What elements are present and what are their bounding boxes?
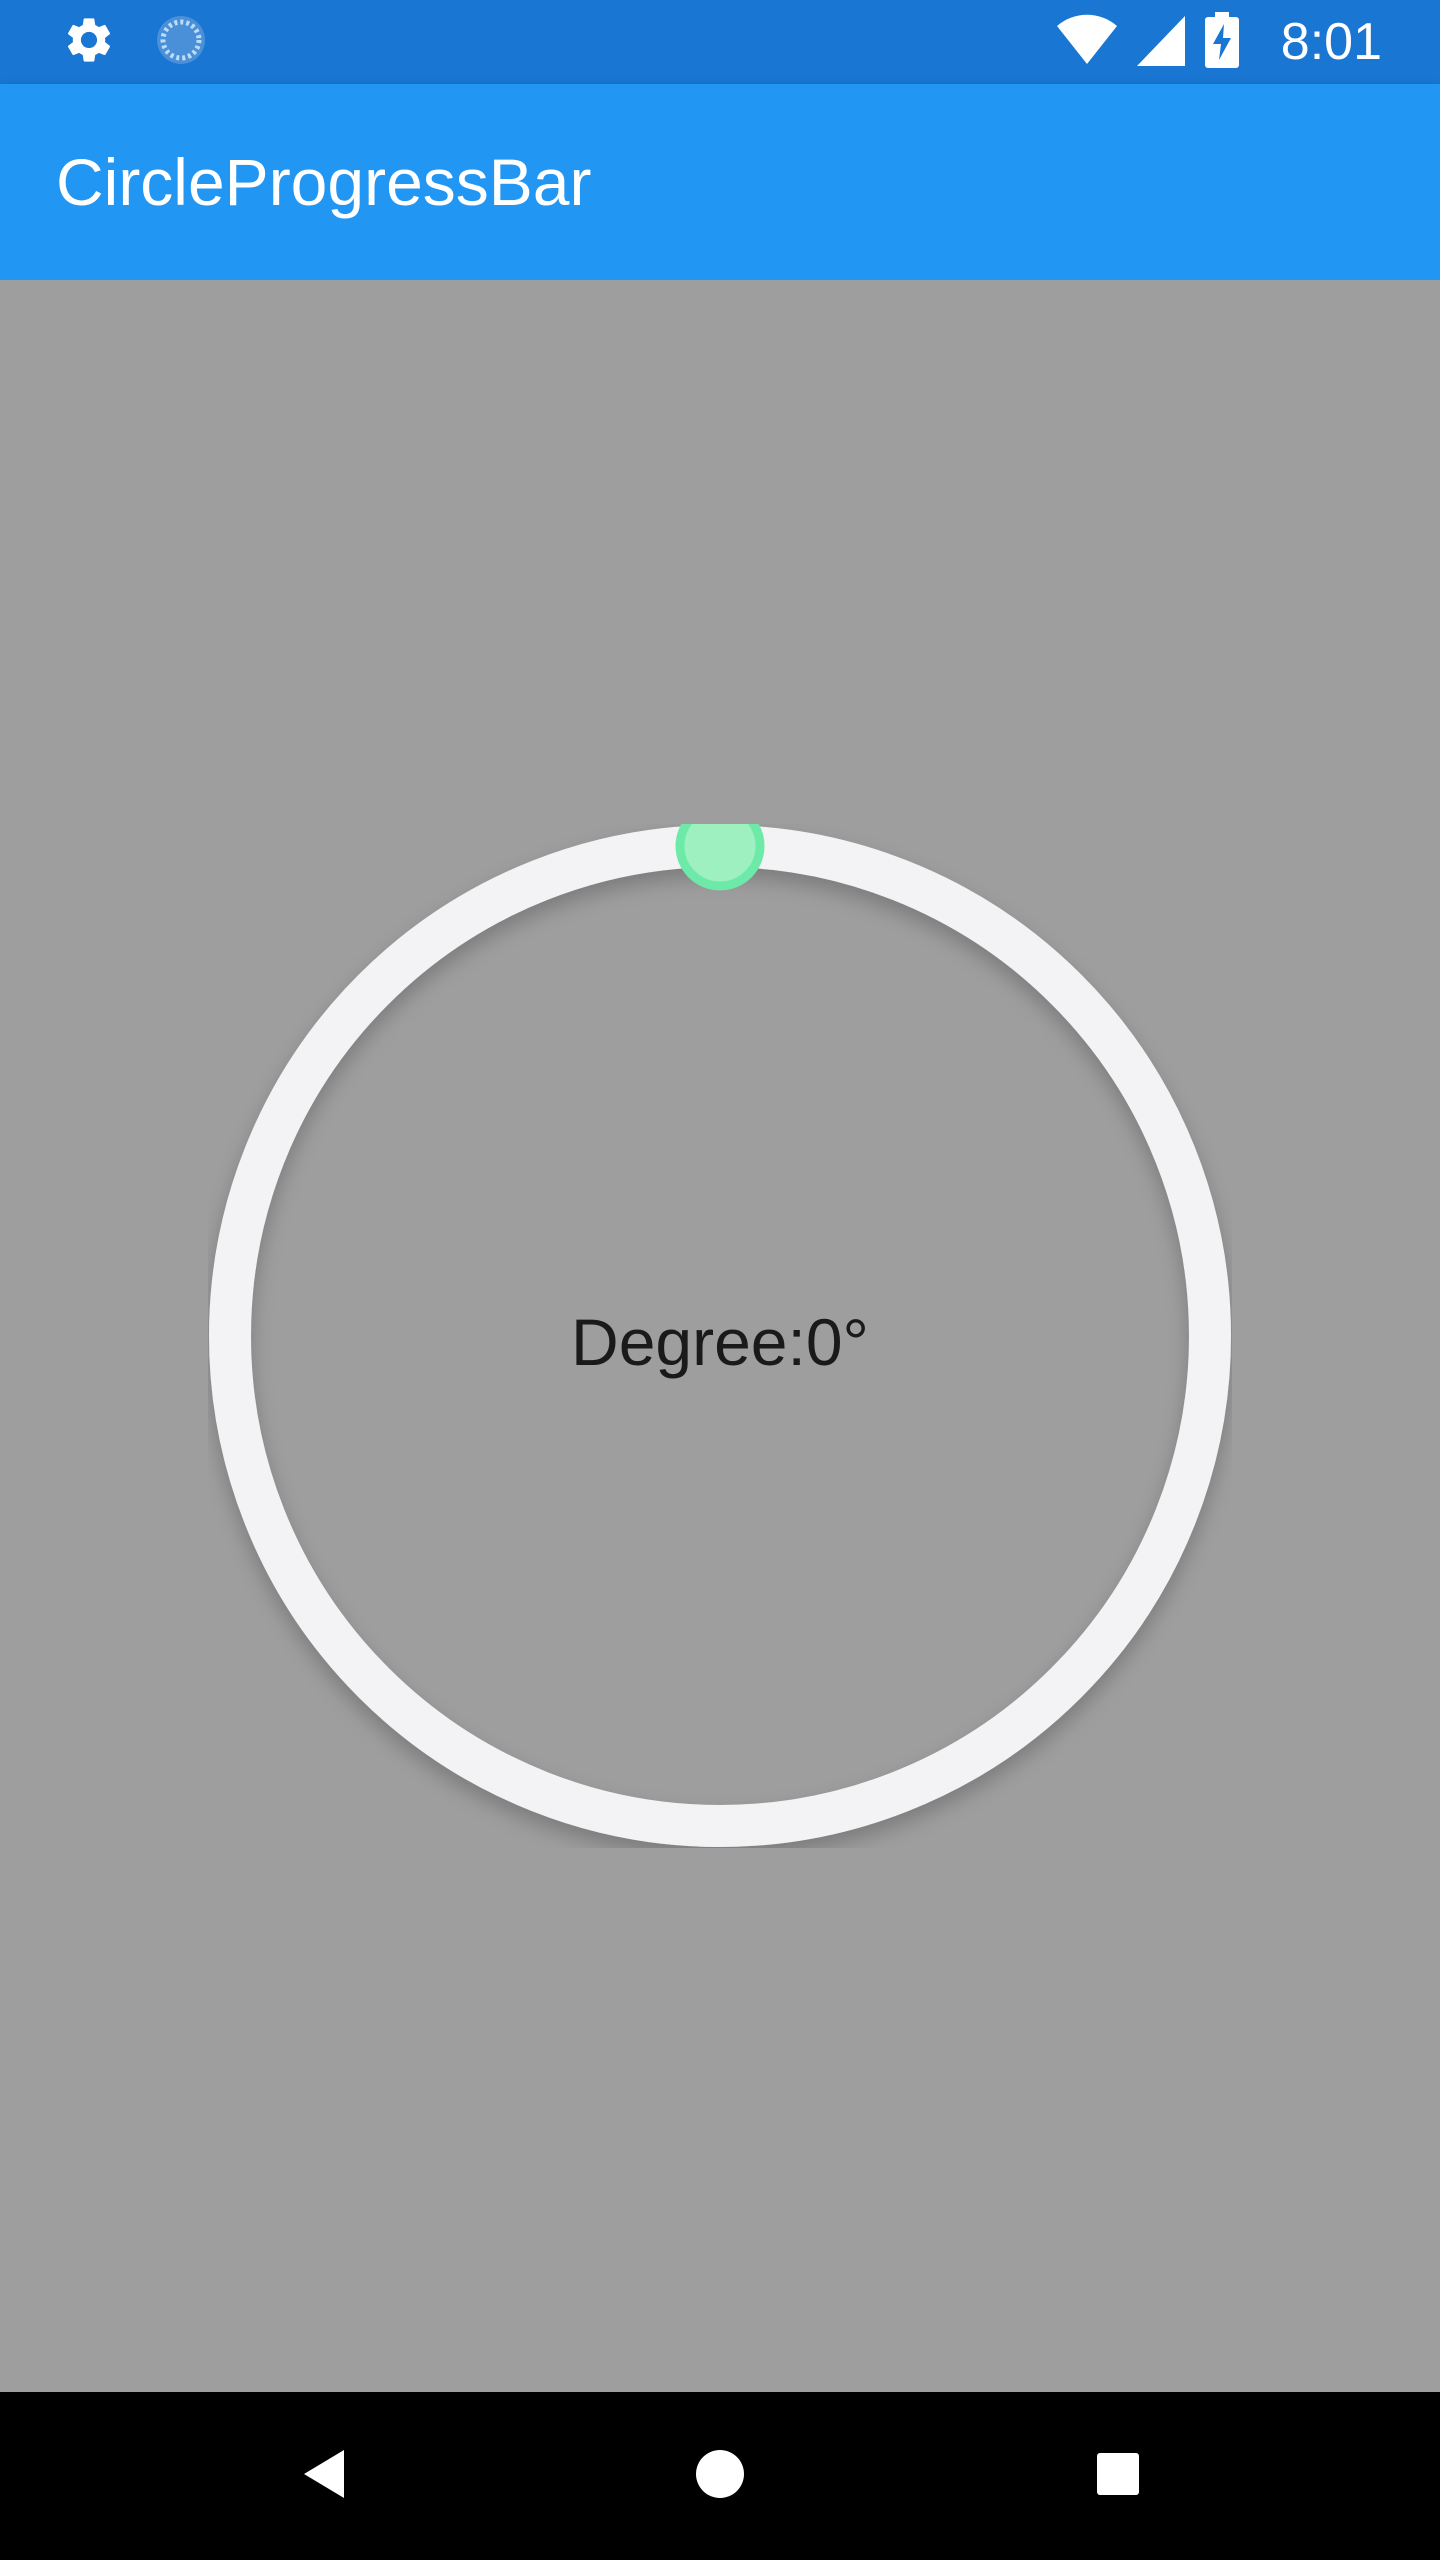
home-icon bbox=[694, 2448, 746, 2505]
wifi-icon bbox=[1056, 14, 1117, 71]
recents-button[interactable] bbox=[1034, 2392, 1202, 2560]
app-bar: CircleProgressBar bbox=[0, 84, 1440, 280]
back-icon bbox=[300, 2448, 348, 2505]
battery-charging-icon bbox=[1204, 11, 1239, 73]
status-bar: 8:01 bbox=[0, 0, 1440, 84]
navigation-bar bbox=[0, 2392, 1440, 2560]
content-area: Degree:0° bbox=[0, 280, 1440, 2392]
gear-icon bbox=[62, 13, 116, 72]
progress-thumb[interactable] bbox=[675, 824, 765, 891]
degree-label: Degree:0° bbox=[571, 1305, 869, 1379]
sync-icon bbox=[154, 13, 208, 72]
home-button[interactable] bbox=[636, 2392, 804, 2560]
status-right-icons: 8:01 bbox=[1056, 11, 1382, 73]
circle-progress-bar[interactable]: Degree:0° bbox=[208, 824, 1232, 1848]
status-left-icons bbox=[62, 14, 208, 70]
back-button[interactable] bbox=[240, 2392, 408, 2560]
cell-signal-icon bbox=[1136, 14, 1185, 71]
recents-icon bbox=[1095, 2451, 1141, 2502]
app-title: CircleProgressBar bbox=[56, 145, 592, 219]
status-time: 8:01 bbox=[1280, 13, 1382, 71]
